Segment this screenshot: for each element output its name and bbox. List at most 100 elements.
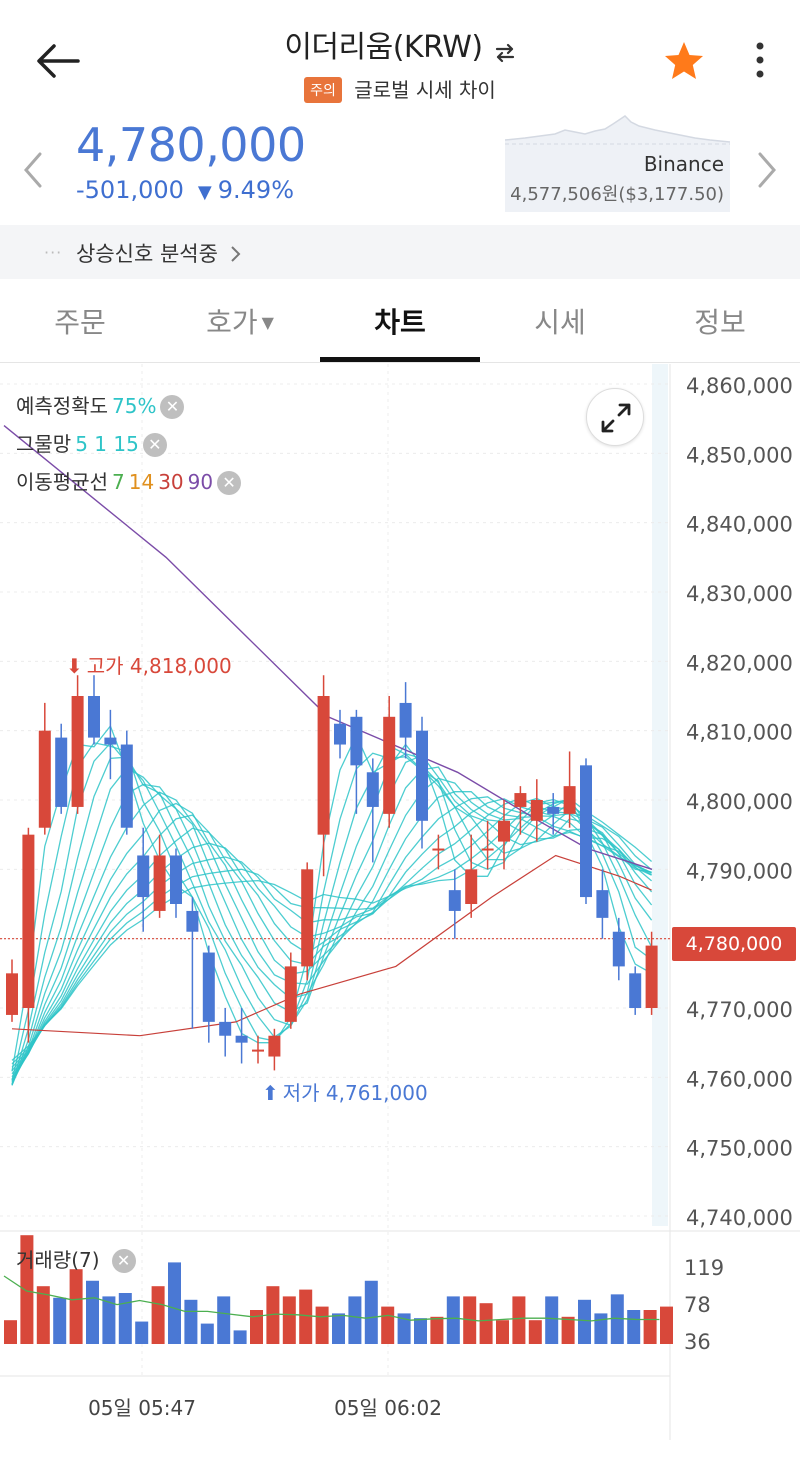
volume-bar <box>430 1316 444 1344</box>
more-options-icon[interactable] <box>745 38 775 86</box>
candle-up <box>71 696 84 807</box>
net-label: 그물망 <box>16 432 72 456</box>
x-tick-label: 05일 05:47 <box>88 1396 196 1420</box>
candle-up <box>481 848 494 851</box>
y-tick-label: 4,770,000 <box>686 998 793 1022</box>
change-amount: -501,000 <box>76 176 184 204</box>
volume-bar <box>69 1269 83 1344</box>
volume-bar <box>315 1306 329 1344</box>
net-ribbon-line <box>11 766 653 1084</box>
remove-net-icon[interactable]: ✕ <box>142 433 167 457</box>
expand-icon <box>601 403 631 433</box>
y-tick-label: 4,830,000 <box>686 582 793 606</box>
volume-bar <box>381 1306 395 1344</box>
volume-bar <box>151 1286 165 1344</box>
favorite-star-icon[interactable] <box>660 38 708 86</box>
caret-down-icon: ▼ <box>261 313 274 332</box>
volume-bar <box>118 1293 132 1344</box>
tab-market[interactable]: 시세 <box>480 301 640 341</box>
accuracy-label: 예측정확도 <box>16 394 108 418</box>
tab-info[interactable]: 정보 <box>640 301 800 341</box>
expand-chart-button[interactable] <box>586 388 644 446</box>
volume-bar <box>53 1297 67 1344</box>
ma30-line <box>11 854 652 1037</box>
y-tick-label: 4,820,000 <box>686 651 793 675</box>
volume-indicator: 거래량(7) ✕ <box>16 1244 136 1273</box>
volume-bar <box>578 1299 591 1344</box>
swap-icon[interactable] <box>494 42 516 64</box>
tab-orderbook[interactable]: 호가 ▼ <box>160 301 320 341</box>
volume-bar <box>660 1306 673 1344</box>
ma-indicator: 이동평균선 7 14 30 90 ✕ <box>16 466 242 495</box>
ma14-value: 14 <box>128 470 155 494</box>
volume-label: 거래량(7) <box>16 1248 100 1272</box>
current-candle-highlight <box>652 364 668 1226</box>
volume-bar <box>561 1316 575 1344</box>
chevron-left-icon[interactable] <box>18 150 48 190</box>
caution-badge: 주의 <box>304 77 342 103</box>
candle-down <box>219 1021 232 1036</box>
volume-bar <box>86 1280 99 1344</box>
candle-down <box>88 696 100 738</box>
chevron-right-icon[interactable] <box>752 150 782 190</box>
y-tick-label: 4,740,000 <box>686 1206 793 1230</box>
candle-down <box>350 716 363 766</box>
tab-orderbook-label: 호가 <box>206 306 258 339</box>
remove-accuracy-icon[interactable]: ✕ <box>160 395 185 419</box>
y-tick-label: 4,860,000 <box>686 374 793 398</box>
net-ribbon-line <box>11 724 652 1072</box>
y-tick-label: 4,810,000 <box>686 721 793 745</box>
candlestick-chart[interactable]: 4,860,000 4,850,000 4,840,000 4,830,000 4,82… <box>0 364 800 1470</box>
candle-up <box>153 855 166 911</box>
volume-bar <box>545 1296 559 1344</box>
net-ribbon-line <box>11 742 653 1085</box>
tab-order[interactable]: 주문 <box>0 301 160 341</box>
y-tick-label: 4,800,000 <box>686 790 793 814</box>
y-tick-label: 4,850,000 <box>686 443 793 467</box>
candle-up <box>432 848 445 851</box>
candle-up <box>22 834 35 1008</box>
current-price: 4,780,000 <box>76 118 306 172</box>
candle-down <box>366 772 379 807</box>
tab-market-label: 시세 <box>534 306 586 339</box>
net-ribbon-line <box>11 742 652 1081</box>
candle-down <box>612 931 625 967</box>
subtitle-text: 글로벌 시세 차이 <box>354 78 496 102</box>
y-tick-label: 4,790,000 <box>686 859 793 883</box>
up-arrow-icon: ⬆ <box>262 1081 279 1105</box>
candle-down <box>596 890 609 918</box>
volume-bar <box>135 1321 149 1344</box>
volume-bar <box>643 1310 657 1344</box>
active-tab-indicator <box>320 357 480 362</box>
ma7-value: 7 <box>112 470 125 494</box>
volume-bar <box>446 1296 460 1344</box>
tab-order-label: 주문 <box>54 306 106 339</box>
y-tick-label: 4,750,000 <box>686 1137 793 1161</box>
candle-down <box>120 744 133 828</box>
candle-down <box>186 910 199 932</box>
candle-down <box>580 765 592 898</box>
remove-volume-icon[interactable]: ✕ <box>111 1249 136 1273</box>
x-tick-label: 05일 06:02 <box>334 1396 442 1420</box>
y-tick-label: 4,760,000 <box>686 1067 793 1091</box>
volume-bar <box>217 1296 231 1344</box>
signal-text[interactable]: 상승신호 분석중 <box>76 238 244 268</box>
candle-up <box>38 730 51 828</box>
current-price-badge: 4,780,000 <box>672 927 796 961</box>
exchange-price: 4,577,506원($3,177.50) <box>510 184 724 205</box>
signal-label: 상승신호 분석중 <box>76 242 218 266</box>
down-triangle-icon: ▼ <box>197 182 212 203</box>
volume-bar <box>282 1296 296 1344</box>
volume-bar <box>200 1323 214 1344</box>
remove-ma-icon[interactable]: ✕ <box>217 471 242 495</box>
volume-bar <box>184 1299 198 1344</box>
accuracy-value: 75% <box>112 394 157 418</box>
ma-label: 이동평균선 <box>16 470 108 494</box>
signal-banner[interactable]: ··· 상승신호 분석중 <box>0 225 800 279</box>
candle-up <box>284 966 297 1022</box>
volume-y-tick: 36 <box>684 1330 711 1354</box>
tab-chart[interactable]: 차트 <box>320 301 480 341</box>
volume-bar <box>4 1320 17 1344</box>
volume-bar <box>479 1303 493 1344</box>
volume-ma7-line <box>3 1275 660 1322</box>
